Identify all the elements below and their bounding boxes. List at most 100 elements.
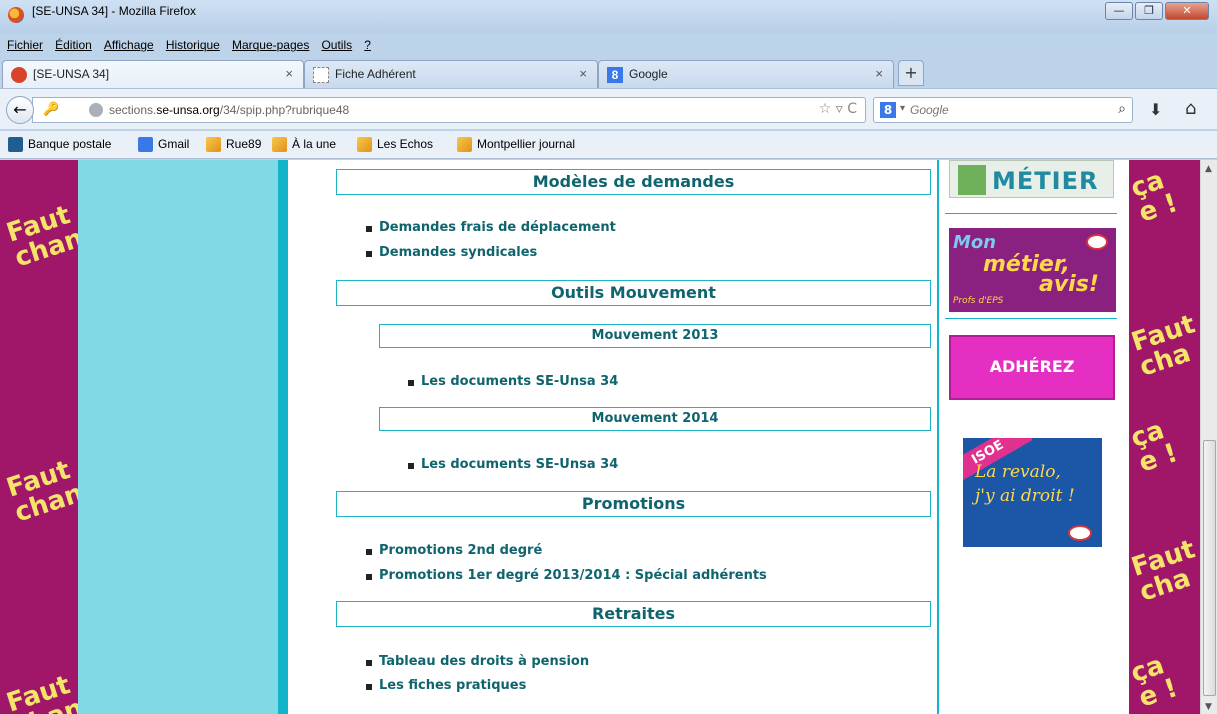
slogan-text: ça e !: [1127, 415, 1182, 479]
bookmark-banque-postale[interactable]: Banque postale: [8, 137, 111, 152]
menu-historique[interactable]: Historique: [166, 38, 220, 52]
address-bar[interactable]: 🔑 sections.se-unsa.org/34/spip.php?rubri…: [32, 97, 866, 123]
banner-text: avis!: [1039, 272, 1099, 297]
download-icon[interactable]: ⬇: [1149, 100, 1162, 119]
link-promotions-2nd[interactable]: Promotions 2nd degré: [365, 543, 542, 558]
slogan-text: Faut chan: [3, 200, 87, 274]
tab-label: Fiche Adhérent: [335, 67, 416, 81]
bookmark-montpellier-journal[interactable]: Montpellier journal: [457, 137, 575, 152]
unsa-logo-icon: [1086, 234, 1108, 250]
tab-label: [SE-UNSA 34]: [33, 67, 110, 81]
link-documents-2014[interactable]: Les documents SE-Unsa 34: [407, 457, 618, 472]
menu-affichage[interactable]: Affichage: [104, 38, 154, 52]
subsection-header-mouvement-2014: Mouvement 2014: [379, 407, 931, 431]
divider: [945, 213, 1117, 214]
divider: [945, 318, 1117, 319]
tab-label: Google: [629, 67, 668, 81]
section-header-outils-mouvement: Outils Mouvement: [336, 280, 931, 306]
scroll-down-icon[interactable]: ▼: [1205, 702, 1212, 712]
rss-icon: [206, 137, 221, 152]
isoe-banner[interactable]: ISOE La revalo, j'y ai droit !: [963, 438, 1102, 547]
link-fiches-pratiques[interactable]: Les fiches pratiques: [365, 678, 526, 693]
search-placeholder: Google: [910, 103, 949, 117]
menu-edition[interactable]: Édition: [55, 38, 92, 52]
google-engine-icon[interactable]: 8: [880, 102, 896, 118]
home-icon[interactable]: ⌂: [1185, 98, 1196, 119]
blog-metier-banner[interactable]: MÉTIER: [949, 160, 1114, 198]
scrollbar-thumb[interactable]: [1203, 440, 1216, 696]
column-divider: [278, 160, 288, 714]
url-controls[interactable]: ☆ ▿ C: [819, 101, 857, 117]
subsection-header-mouvement-2013: Mouvement 2013: [379, 324, 931, 348]
engine-dropdown-icon[interactable]: ▾: [900, 103, 905, 114]
firefox-window: [SE-UNSA 34] - Mozilla Firefox — ❐ ✕ Fic…: [0, 0, 1217, 714]
bookmarks-toolbar: Banque postale Gmail Rue89 À la une Les …: [0, 131, 1217, 159]
vertical-scrollbar[interactable]: ▲ ▼: [1200, 160, 1217, 714]
slogan-text: ça e !: [1127, 650, 1182, 714]
search-box[interactable]: 8 ▾ Google ⌕: [873, 97, 1133, 123]
bookmark-les-echos[interactable]: Les Echos: [357, 137, 433, 152]
adherez-button[interactable]: ADHÉREZ: [949, 335, 1115, 400]
link-demandes-syndicales[interactable]: Demandes syndicales: [365, 245, 537, 260]
google-icon: [138, 137, 153, 152]
search-icon[interactable]: ⌕: [1118, 101, 1126, 117]
tab-close-icon[interactable]: ×: [579, 66, 587, 81]
tab-google[interactable]: 8 Google ×: [598, 60, 894, 88]
tab-strip: [SE-UNSA 34] × Fiche Adhérent × 8 Google…: [0, 60, 1217, 88]
banner-text: MÉTIER: [992, 167, 1099, 195]
site-favicon-icon: [11, 67, 27, 83]
page-content: Faut chan Faut chan Faut chan ça e ! Fau…: [0, 160, 1200, 714]
banner-text: La revalo, j'y ai droit !: [975, 462, 1075, 506]
blank-page-icon: [313, 67, 329, 83]
window-title: [SE-UNSA 34] - Mozilla Firefox: [32, 4, 197, 18]
menu-marque-pages[interactable]: Marque-pages: [232, 38, 309, 52]
google-icon: 8: [607, 67, 623, 83]
link-documents-2013[interactable]: Les documents SE-Unsa 34: [407, 374, 618, 389]
link-tableau-droits[interactable]: Tableau des droits à pension: [365, 654, 589, 669]
bookmark-gmail[interactable]: Gmail: [138, 137, 189, 152]
section-header-promotions: Promotions: [336, 491, 931, 517]
bookmark-rue89[interactable]: Rue89: [206, 137, 261, 152]
rss-icon: [272, 137, 287, 152]
new-tab-button[interactable]: +: [898, 60, 924, 86]
tab-close-icon[interactable]: ×: [285, 66, 293, 81]
menu-help[interactable]: ?: [364, 38, 371, 52]
identity-key-icon[interactable]: 🔑: [43, 102, 59, 117]
banner-text: Mon: [953, 232, 997, 253]
blog-logo-icon: [958, 165, 986, 195]
slogan-text: Faut chan: [3, 455, 87, 529]
left-sidebar: [78, 160, 278, 714]
link-promotions-1er[interactable]: Promotions 1er degré 2013/2014 : Spécial…: [366, 568, 767, 583]
slogan-text: Faut cha: [1127, 534, 1199, 608]
left-decoration: Faut chan Faut chan Faut chan: [0, 160, 87, 714]
close-button[interactable]: ✕: [1165, 2, 1209, 20]
globe-icon: [89, 103, 103, 117]
tab-close-icon[interactable]: ×: [875, 66, 883, 81]
bookmark-a-la-une[interactable]: À la une: [272, 137, 336, 152]
title-bar: [SE-UNSA 34] - Mozilla Firefox — ❐ ✕: [0, 0, 1217, 34]
firefox-logo-icon: [8, 7, 24, 23]
bank-icon: [8, 137, 23, 152]
minimize-button[interactable]: —: [1105, 2, 1133, 20]
rss-icon: [357, 137, 372, 152]
menu-outils[interactable]: Outils: [321, 38, 352, 52]
scroll-up-icon[interactable]: ▲: [1205, 164, 1212, 174]
maximize-button[interactable]: ❐: [1135, 2, 1163, 20]
slogan-text: Faut chan: [3, 670, 87, 714]
link-demandes-frais[interactable]: Demandes frais de déplacement: [366, 220, 616, 235]
tab-fiche-adherent[interactable]: Fiche Adhérent ×: [304, 60, 598, 88]
right-decoration: ça e ! Faut cha ça e ! Faut cha ça e !: [1127, 160, 1200, 714]
banner-text: Profs d'EPS: [953, 296, 1004, 306]
rss-icon: [457, 137, 472, 152]
mon-metier-mon-avis-banner[interactable]: Mon métier, avis! Profs d'EPS: [949, 228, 1116, 312]
slogan-text: Faut cha: [1127, 309, 1199, 383]
window-controls: — ❐ ✕: [1105, 2, 1209, 20]
back-button[interactable]: ←: [6, 96, 34, 124]
slogan-text: ça e !: [1127, 165, 1182, 229]
menu-fichier[interactable]: Fichier: [7, 38, 43, 52]
menu-bar: Fichier Édition Affichage Historique Mar…: [0, 34, 1217, 56]
unsa-logo-icon: [1068, 525, 1092, 541]
tab-se-unsa[interactable]: [SE-UNSA 34] ×: [2, 60, 304, 88]
right-divider: [937, 160, 939, 714]
url-text[interactable]: sections.se-unsa.org/34/spip.php?rubriqu…: [109, 103, 349, 117]
